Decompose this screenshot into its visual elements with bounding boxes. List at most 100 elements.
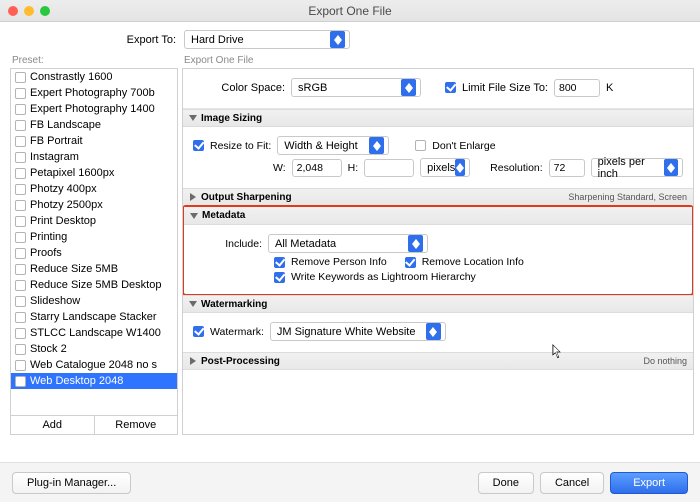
dropdown-caret-icon xyxy=(408,235,423,252)
window-titlebar: Export One File xyxy=(0,0,700,22)
color-space-value: sRGB xyxy=(298,82,327,94)
resolution-unit-value: pixels per inch xyxy=(598,156,664,180)
preset-item[interactable]: Reduce Size 5MB Desktop xyxy=(11,277,177,293)
preset-item-label: Web Desktop 2048 xyxy=(30,375,123,387)
preset-checkbox[interactable] xyxy=(15,280,26,291)
resize-to-fit-select[interactable]: Width & Height xyxy=(277,136,389,155)
preset-item[interactable]: Reduce Size 5MB xyxy=(11,261,177,277)
disclosure-right-icon xyxy=(189,193,197,201)
preset-item[interactable]: Expert Photography 1400 xyxy=(11,101,177,117)
limit-file-size-input[interactable] xyxy=(554,79,600,97)
preset-item[interactable]: Petapixel 1600px xyxy=(11,165,177,181)
watermark-checkbox[interactable] xyxy=(193,326,204,337)
resize-to-fit-value: Width & Height xyxy=(284,140,357,152)
zoom-window-icon[interactable] xyxy=(40,6,50,16)
preset-item[interactable]: FB Portrait xyxy=(11,133,177,149)
preset-checkbox[interactable] xyxy=(15,104,26,115)
remove-person-checkbox[interactable] xyxy=(274,257,285,268)
preset-checkbox[interactable] xyxy=(15,248,26,259)
preset-item[interactable]: Constrastly 1600 xyxy=(11,69,177,85)
preset-item-label: Proofs xyxy=(30,247,62,259)
dont-enlarge-checkbox[interactable] xyxy=(415,140,426,151)
dimension-unit-select[interactable]: pixels xyxy=(420,158,470,177)
post-processing-title: Post-Processing xyxy=(201,356,280,367)
preset-checkbox[interactable] xyxy=(15,328,26,339)
write-keywords-checkbox[interactable] xyxy=(274,272,285,283)
preset-checkbox[interactable] xyxy=(15,360,26,371)
preset-item[interactable]: Proofs xyxy=(11,245,177,261)
export-button[interactable]: Export xyxy=(610,472,688,494)
watermark-select[interactable]: JM Signature White Website xyxy=(270,322,446,341)
preset-item[interactable]: Slideshow xyxy=(11,293,177,309)
width-input[interactable] xyxy=(292,159,342,177)
preset-checkbox[interactable] xyxy=(15,344,26,355)
preset-checkbox[interactable] xyxy=(15,232,26,243)
preset-checkbox[interactable] xyxy=(15,200,26,211)
output-sharpening-header[interactable]: Output Sharpening Sharpening Standard, S… xyxy=(183,188,693,206)
preset-item[interactable]: Starry Landscape Stacker xyxy=(11,309,177,325)
preset-item-label: Starry Landscape Stacker xyxy=(30,311,157,323)
cancel-button[interactable]: Cancel xyxy=(540,472,604,494)
image-sizing-header[interactable]: Image Sizing xyxy=(183,109,693,127)
preset-item[interactable]: Expert Photography 700b xyxy=(11,85,177,101)
preset-item-label: Web Catalogue 2048 no s xyxy=(30,359,157,371)
color-space-select[interactable]: sRGB xyxy=(291,78,421,97)
remove-location-checkbox[interactable] xyxy=(405,257,416,268)
height-label: H: xyxy=(348,162,359,174)
done-button[interactable]: Done xyxy=(478,472,534,494)
breadcrumb: Export One File xyxy=(182,55,694,68)
preset-checkbox[interactable] xyxy=(15,264,26,275)
dialog-footer: Plug-in Manager... Done Cancel Export xyxy=(0,462,700,502)
preset-list[interactable]: Constrastly 1600Expert Photography 700b E… xyxy=(10,68,178,416)
preset-checkbox[interactable] xyxy=(15,184,26,195)
preset-checkbox[interactable] xyxy=(15,120,26,131)
resolution-input[interactable] xyxy=(549,159,585,177)
limit-file-size-checkbox[interactable] xyxy=(445,82,456,93)
watermarking-title: Watermarking xyxy=(201,299,267,310)
metadata-header[interactable]: Metadata xyxy=(184,207,692,225)
preset-item[interactable]: Web Desktop 2048 xyxy=(11,373,177,389)
dropdown-caret-icon xyxy=(455,159,465,176)
preset-checkbox[interactable] xyxy=(15,72,26,83)
preset-item[interactable]: Printing xyxy=(11,229,177,245)
minimize-window-icon[interactable] xyxy=(24,6,34,16)
preset-checkbox[interactable] xyxy=(15,312,26,323)
settings-panel: Color Space: sRGB Limit File Size To: K xyxy=(182,68,694,435)
preset-checkbox[interactable] xyxy=(15,216,26,227)
preset-item[interactable]: Stock 2 xyxy=(11,341,177,357)
preset-checkbox[interactable] xyxy=(15,152,26,163)
dropdown-caret-icon xyxy=(330,31,345,48)
limit-file-size-label: Limit File Size To: xyxy=(462,82,548,94)
post-processing-header[interactable]: Post-Processing Do nothing xyxy=(183,352,693,370)
preset-checkbox[interactable] xyxy=(15,168,26,179)
metadata-include-value: All Metadata xyxy=(275,238,336,250)
preset-item[interactable]: Photzy 400px xyxy=(11,181,177,197)
preset-item-label: Expert Photography 1400 xyxy=(30,103,155,115)
resize-to-fit-checkbox[interactable] xyxy=(193,140,204,151)
resolution-unit-select[interactable]: pixels per inch xyxy=(591,158,683,177)
remove-person-label: Remove Person Info xyxy=(291,256,387,268)
preset-item[interactable]: Photzy 2500px xyxy=(11,197,177,213)
watermarking-header[interactable]: Watermarking xyxy=(183,295,693,313)
preset-item-label: Slideshow xyxy=(30,295,80,307)
preset-checkbox[interactable] xyxy=(15,136,26,147)
height-input[interactable] xyxy=(364,159,414,177)
preset-item[interactable]: Web Catalogue 2048 no s xyxy=(11,357,177,373)
watermark-value: JM Signature White Website xyxy=(277,326,416,338)
export-to-select[interactable]: Hard Drive xyxy=(184,30,350,49)
preset-checkbox[interactable] xyxy=(15,88,26,99)
preset-add-button[interactable]: Add xyxy=(11,416,94,434)
metadata-include-select[interactable]: All Metadata xyxy=(268,234,428,253)
window-title: Export One File xyxy=(0,4,700,18)
preset-checkbox[interactable] xyxy=(15,296,26,307)
preset-item[interactable]: STLCC Landscape W1400 xyxy=(11,325,177,341)
plugin-manager-button[interactable]: Plug-in Manager... xyxy=(12,472,131,494)
preset-remove-button[interactable]: Remove xyxy=(94,416,178,434)
preset-checkbox[interactable] xyxy=(15,376,26,387)
preset-item-label: Photzy 2500px xyxy=(30,199,103,211)
preset-item[interactable]: FB Landscape xyxy=(11,117,177,133)
close-window-icon[interactable] xyxy=(8,6,18,16)
preset-item[interactable]: Instagram xyxy=(11,149,177,165)
export-to-value: Hard Drive xyxy=(191,34,244,46)
preset-item[interactable]: Print Desktop xyxy=(11,213,177,229)
